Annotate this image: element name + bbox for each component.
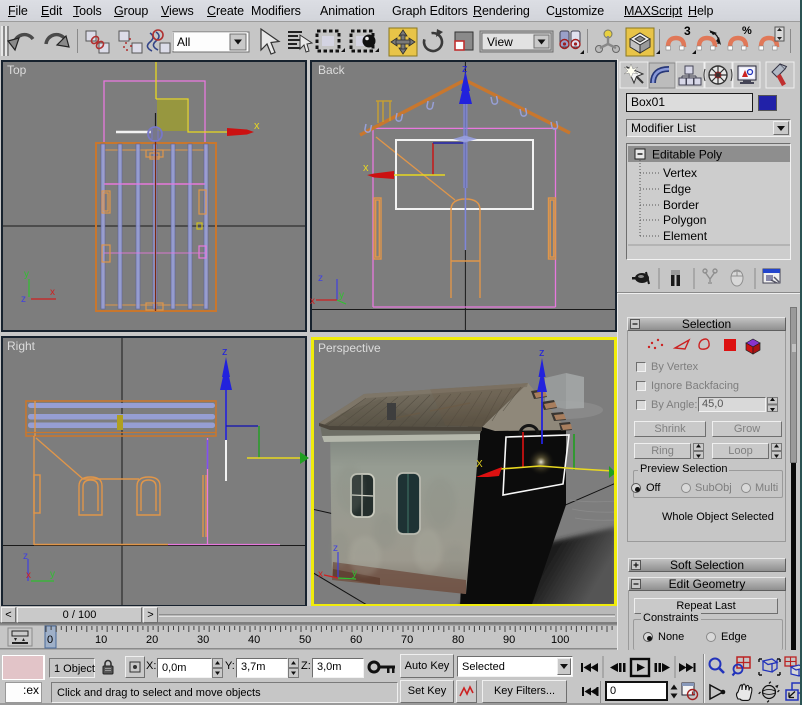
svg-text:100: 100: [551, 634, 569, 646]
svg-text:X: X: [476, 459, 483, 470]
svg-text:z: z: [23, 551, 28, 562]
svg-text:Perspective: Perspective: [318, 341, 381, 355]
svg-text:x: x: [50, 287, 55, 298]
svg-text:%: %: [742, 25, 752, 37]
svg-text:All: All: [177, 35, 190, 49]
svg-text:z: z: [539, 347, 545, 359]
svg-text:z: z: [333, 543, 338, 554]
svg-text:x: x: [310, 296, 315, 307]
svg-text:View: View: [487, 35, 513, 49]
svg-text:y: y: [352, 568, 357, 579]
svg-text:y: y: [50, 569, 55, 580]
svg-text:60: 60: [350, 634, 362, 646]
svg-text:Element: Element: [663, 229, 708, 243]
svg-text:z: z: [222, 346, 228, 358]
svg-text:Editable Poly: Editable Poly: [652, 148, 722, 162]
svg-text:x: x: [26, 570, 31, 581]
svg-text:x: x: [363, 162, 369, 174]
svg-text:3: 3: [684, 24, 691, 38]
svg-text:x: x: [318, 569, 323, 580]
svg-text:z: z: [462, 63, 468, 75]
svg-text:80: 80: [452, 634, 464, 646]
svg-text:10: 10: [95, 634, 107, 646]
svg-text:Back: Back: [318, 63, 346, 77]
svg-text:Edge: Edge: [663, 182, 691, 196]
svg-text:z: z: [21, 294, 26, 305]
svg-text:x: x: [254, 120, 260, 132]
svg-text:Vertex: Vertex: [663, 166, 697, 180]
svg-text:Right: Right: [7, 339, 36, 353]
svg-text:40: 40: [248, 634, 260, 646]
svg-text:Top: Top: [7, 63, 27, 77]
svg-text:Polygon: Polygon: [663, 213, 706, 227]
svg-text:y: y: [24, 269, 29, 280]
svg-text:50: 50: [299, 634, 311, 646]
svg-text:Border: Border: [663, 198, 699, 212]
svg-text:30: 30: [197, 634, 209, 646]
svg-text:y: y: [339, 290, 344, 301]
svg-text:90: 90: [503, 634, 515, 646]
svg-text:z: z: [318, 273, 323, 284]
svg-text:0: 0: [47, 634, 53, 646]
svg-text:70: 70: [401, 634, 413, 646]
svg-text:20: 20: [146, 634, 158, 646]
